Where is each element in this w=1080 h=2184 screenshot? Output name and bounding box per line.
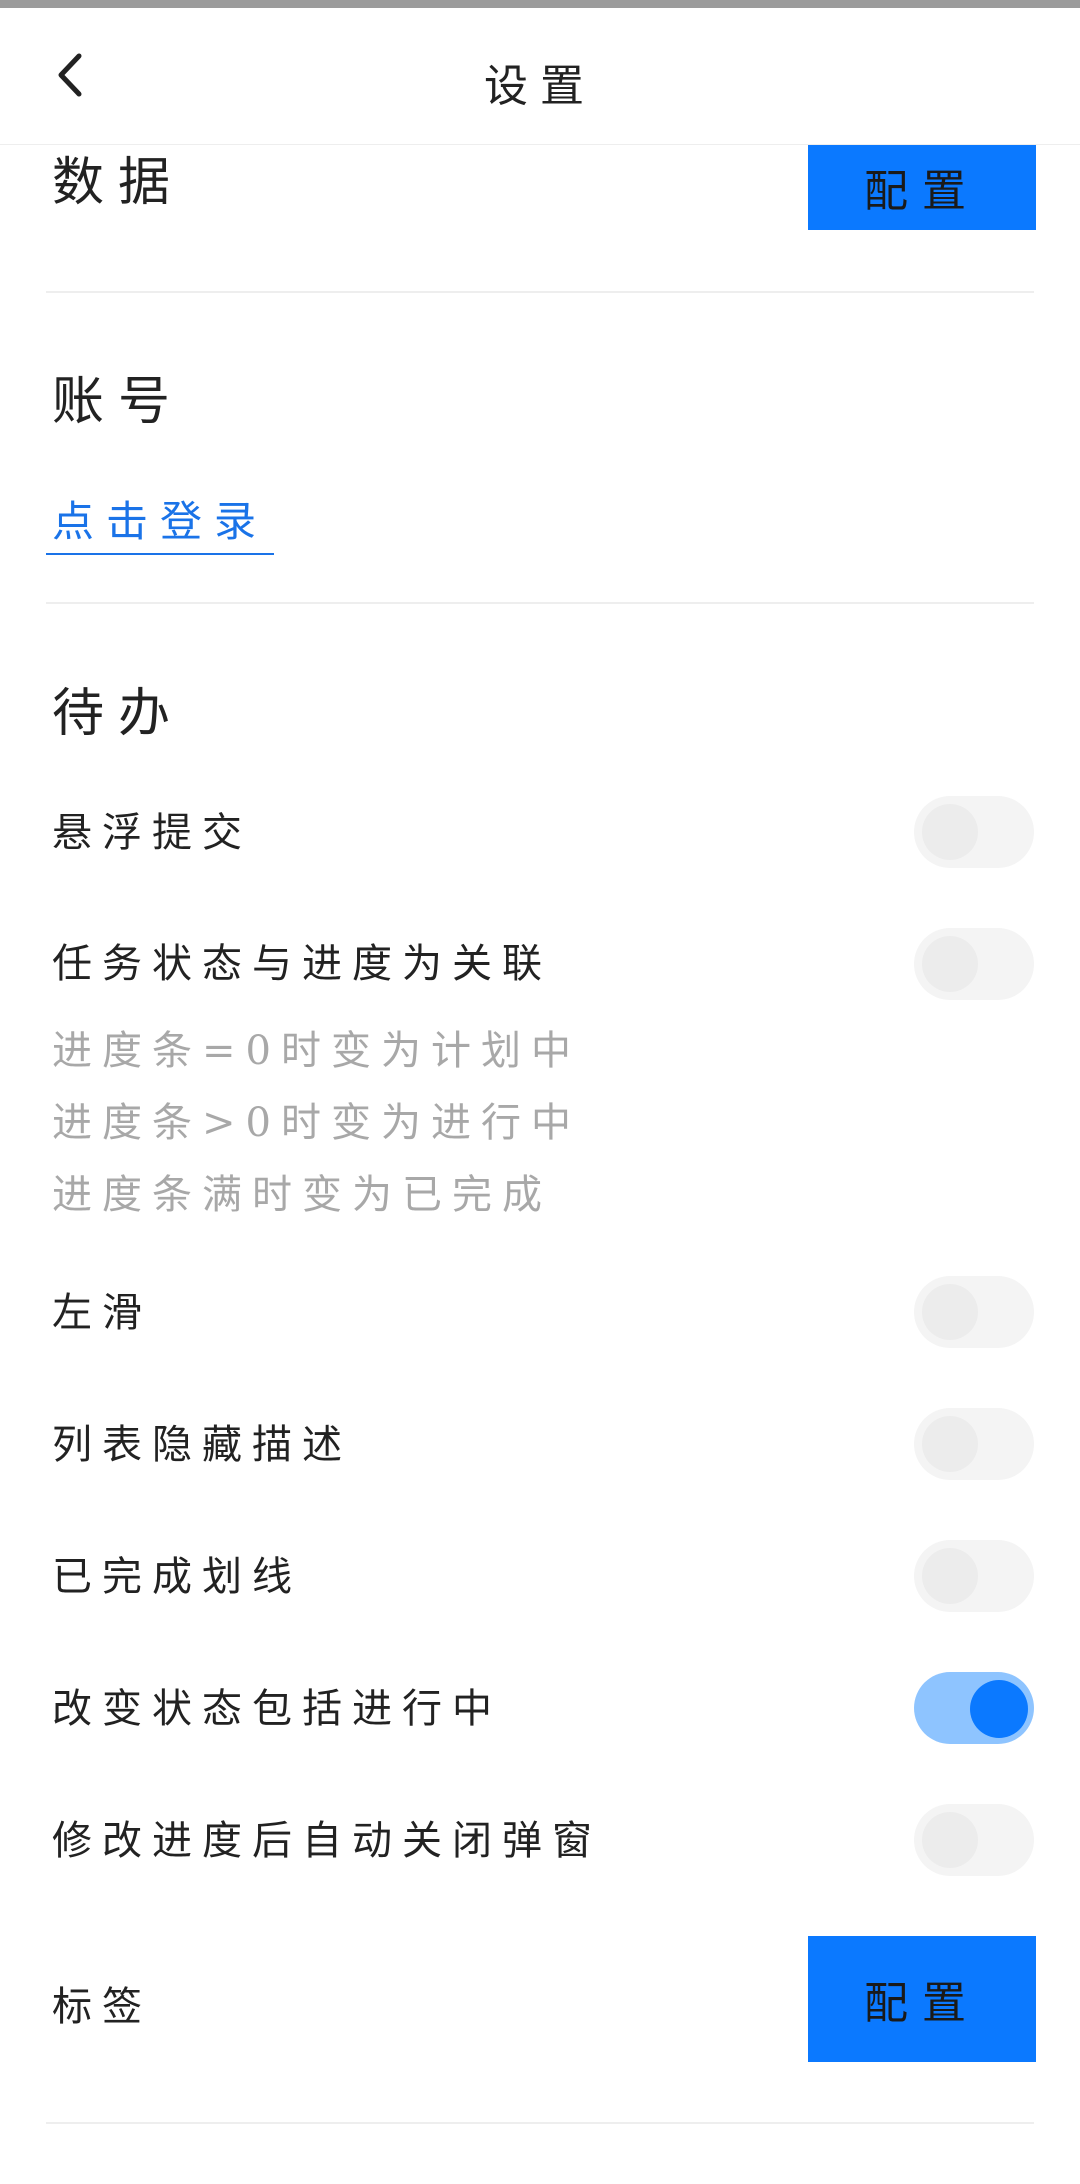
setting-label-float-submit: 悬浮提交 [52,810,252,856]
toggle-auto-close-dialog[interactable] [914,1804,1034,1876]
toggle-knob [922,1812,978,1868]
setting-label-strikethrough-completed: 已完成划线 [52,1554,302,1600]
setting-label-auto-close-dialog: 修改进度后自动关闭弹窗 [52,1818,602,1864]
divider [46,602,1034,604]
divider [46,2122,1034,2124]
settings-list[interactable]: 数据 配置 账号 点击登录 待办 悬浮提交 任务状态与进度为关联 进度条=0时变… [0,144,1080,2184]
setting-label-include-in-progress: 改变状态包括进行中 [52,1686,502,1732]
toggle-knob [922,936,978,992]
toggle-knob [970,1680,1028,1738]
hint-progress-full: 进度条满时变为已完成 [52,1172,552,1218]
status-bar [0,0,1080,8]
tags-config-button[interactable]: 配置 [808,1936,1036,2062]
toggle-float-submit[interactable] [914,796,1034,868]
toggle-knob [922,1548,978,1604]
toggle-status-progress-link[interactable] [914,928,1034,1000]
setting-label-status-progress-link: 任务状态与进度为关联 [52,941,552,987]
login-link[interactable]: 点击登录 [46,488,275,555]
divider [46,291,1034,293]
toggle-strikethrough-completed[interactable] [914,1540,1034,1612]
page-title: 设置 [484,61,596,112]
data-config-button[interactable]: 配置 [808,144,1036,230]
toggle-include-in-progress[interactable] [914,1672,1034,1744]
setting-label-swipe-left: 左滑 [52,1290,152,1336]
toggle-swipe-left[interactable] [914,1276,1034,1348]
section-title-tags: 标签 [52,1984,152,2030]
toggle-knob [922,804,978,860]
top-app-bar: 设置 [0,8,1080,145]
hint-progress-positive: 进度条>0时变为进行中 [52,1100,581,1146]
setting-label-hide-description: 列表隐藏描述 [52,1422,352,1468]
toggle-knob [922,1284,978,1340]
section-title-todo: 待办 [52,684,185,744]
toggle-knob [922,1416,978,1472]
section-title-data: 数据 [52,153,185,213]
section-title-account: 账号 [52,372,185,432]
toggle-hide-description[interactable] [914,1408,1034,1480]
hint-progress-zero: 进度条=0时变为计划中 [52,1028,581,1074]
